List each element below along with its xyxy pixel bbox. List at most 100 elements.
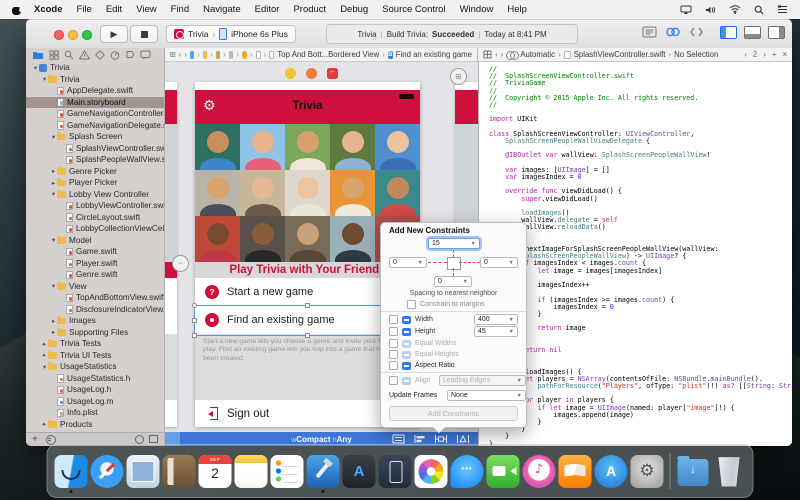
sidebar-item-model[interactable]: ▾Model <box>26 235 164 247</box>
dock-simulator-icon[interactable] <box>379 455 412 488</box>
sidebar-item-products[interactable]: ▸Products <box>26 419 164 431</box>
back-button[interactable]: ‹ <box>495 50 498 59</box>
toggle-inspector-button[interactable] <box>768 26 785 39</box>
sidebar-item-info-plist[interactable]: Info.plist <box>26 407 164 419</box>
scene-nav-bar[interactable]: ⚙ Trivia <box>195 90 420 124</box>
update-frames-dropdown[interactable]: None▼ <box>447 390 526 401</box>
apple-menu-icon[interactable] <box>12 5 21 15</box>
toggle-navigator-button[interactable] <box>720 26 737 39</box>
exit-segue-icon[interactable] <box>327 68 338 79</box>
version-editor-button[interactable] <box>689 26 704 38</box>
standard-editor-button[interactable] <box>642 26 657 38</box>
subview-crumb-icon[interactable] <box>256 51 261 59</box>
menu-file[interactable]: File <box>70 4 99 15</box>
crumb-truncated-label[interactable]: Top And Bott...Bordered View <box>277 50 379 59</box>
add-file-button[interactable]: + <box>32 435 38 445</box>
menu-editor[interactable]: Editor <box>248 4 287 15</box>
scene-crumb-icon[interactable] <box>216 51 220 59</box>
menu-find[interactable]: Find <box>164 4 196 15</box>
disclosure-triangle-icon[interactable]: ▸ <box>41 351 48 359</box>
disclosure-triangle-icon[interactable]: ▸ <box>41 420 48 428</box>
find-navigator-tab[interactable] <box>64 50 74 60</box>
sidebar-item-circlelayout-swift[interactable]: CircleLayout.swift <box>26 212 164 224</box>
menu-product[interactable]: Product <box>286 4 333 15</box>
align-button[interactable] <box>413 434 426 444</box>
menu-help[interactable]: Help <box>500 4 534 15</box>
dock-finder-icon[interactable] <box>55 455 88 488</box>
height-value-field[interactable]: 45▼ <box>474 326 518 337</box>
menu-source-control[interactable]: Source Control <box>375 4 452 15</box>
dock-xcode-icon[interactable] <box>307 455 340 488</box>
first-responder-icon[interactable] <box>306 68 317 79</box>
segue-handle[interactable]: ~ <box>172 255 189 272</box>
right-strut[interactable] <box>459 262 480 263</box>
dock-itunes-icon[interactable] <box>523 455 556 488</box>
dock-safari-icon[interactable] <box>91 455 124 488</box>
width-checkbox[interactable] <box>389 315 398 324</box>
run-button[interactable]: ▶ <box>100 25 128 43</box>
wifi-icon[interactable] <box>729 5 741 14</box>
disclosure-triangle-icon[interactable]: ▸ <box>50 167 57 175</box>
view-controller-icon[interactable] <box>285 68 296 79</box>
dock-notes-icon[interactable] <box>235 455 268 488</box>
sidebar-item-topandbottomview-swift[interactable]: TopAndBottomView.swift <box>26 292 164 304</box>
back-button[interactable]: ‹ <box>179 50 182 59</box>
assistant-mode-label[interactable]: Automatic <box>520 50 555 59</box>
debug-navigator-tab[interactable] <box>110 50 120 60</box>
add-constraints-button[interactable]: Add Constraints <box>389 406 518 421</box>
sidebar-item-player-swift[interactable]: Player.swift <box>26 258 164 270</box>
sidebar-item-splashviewcontroller-swift[interactable]: SplashViewController.swift <box>26 143 164 155</box>
minimize-window-button[interactable] <box>68 30 78 40</box>
sidebar-item-usagelog-m[interactable]: UsageLog.m <box>26 396 164 408</box>
disclosure-triangle-icon[interactable]: ▾ <box>50 282 57 290</box>
spotlight-icon[interactable] <box>754 5 764 15</box>
filter-icon[interactable] <box>46 435 56 445</box>
disclosure-triangle-icon[interactable]: ▾ <box>50 133 57 141</box>
sidebar-item-gamenavigationcontroller-swift[interactable]: GameNavigationController.swift <box>26 108 164 120</box>
sidebar-item-player-picker[interactable]: ▸Player Picker <box>26 177 164 189</box>
sidebar-item-genre-picker[interactable]: ▸Genre Picker <box>26 166 164 178</box>
pin-constraints-button[interactable] <box>434 434 448 444</box>
align-value-dropdown[interactable]: Leading Edges▼ <box>439 375 526 386</box>
height-checkbox[interactable] <box>389 327 398 336</box>
disclosure-triangle-icon[interactable]: ▾ <box>50 190 57 198</box>
sidebar-item-view[interactable]: ▾View <box>26 281 164 293</box>
close-window-button[interactable] <box>54 30 64 40</box>
constrain-to-margins-checkbox[interactable]: Constrain to margins <box>407 300 485 309</box>
project-navigator[interactable]: ▾Trivia▾TriviaAppDelegate.swiftMain.stor… <box>26 62 165 432</box>
dock-photos-icon[interactable] <box>415 455 448 488</box>
sidebar-item-lobbyviewcontroller-swift[interactable]: LobbyViewController.swift <box>26 200 164 212</box>
sidebar-item-splash-screen[interactable]: ▾Splash Screen <box>26 131 164 143</box>
stop-button[interactable] <box>130 25 158 43</box>
adjacent-scene-left[interactable] <box>165 82 177 427</box>
disclosure-triangle-icon[interactable]: ▾ <box>50 236 57 244</box>
disclosure-triangle-icon[interactable]: ▾ <box>32 64 39 72</box>
issue-navigator-tab[interactable] <box>79 50 90 60</box>
disclosure-triangle-icon[interactable]: ▸ <box>50 317 57 325</box>
sidebar-item-game-swift[interactable]: Game.swift <box>26 246 164 258</box>
sidebar-item-trivia[interactable]: ▾Trivia <box>26 74 164 86</box>
crumb-selected-label[interactable]: Find an existing game <box>396 50 472 59</box>
dock-app-a-icon[interactable]: A <box>343 455 376 488</box>
folder-crumb-icon[interactable] <box>203 51 207 59</box>
related-items-icon[interactable] <box>170 50 176 59</box>
sidebar-item-trivia[interactable]: ▾Trivia <box>26 62 164 74</box>
dock-messages-icon[interactable] <box>451 455 484 488</box>
dock-ibooks-icon[interactable] <box>559 455 592 488</box>
sidebar-item-usagestatistics[interactable]: ▾UsageStatistics <box>26 361 164 373</box>
dock-facetime-icon[interactable] <box>487 455 520 488</box>
counterpart-forward[interactable]: › <box>763 50 766 59</box>
menu-navigate[interactable]: Navigate <box>196 4 248 15</box>
sidebar-item-trivia-tests[interactable]: ▸Trivia Tests <box>26 338 164 350</box>
dock-reminders-icon[interactable] <box>271 455 304 488</box>
test-navigator-tab[interactable] <box>95 50 105 60</box>
dock-downloads-icon[interactable] <box>677 455 710 488</box>
breakpoint-navigator-tab[interactable] <box>125 50 135 60</box>
add-assistant-button[interactable]: + <box>772 50 777 59</box>
top-spacing-field[interactable]: 15▼ <box>428 238 480 249</box>
subview-crumb-icon[interactable] <box>269 51 274 59</box>
align-checkbox[interactable] <box>389 376 398 385</box>
sidebar-item-supporting-files[interactable]: ▸Supporting Files <box>26 327 164 339</box>
sidebar-item-gamenavigationdelegate-swift[interactable]: GameNavigationDelegate.swift <box>26 120 164 132</box>
volume-icon[interactable] <box>705 5 716 15</box>
